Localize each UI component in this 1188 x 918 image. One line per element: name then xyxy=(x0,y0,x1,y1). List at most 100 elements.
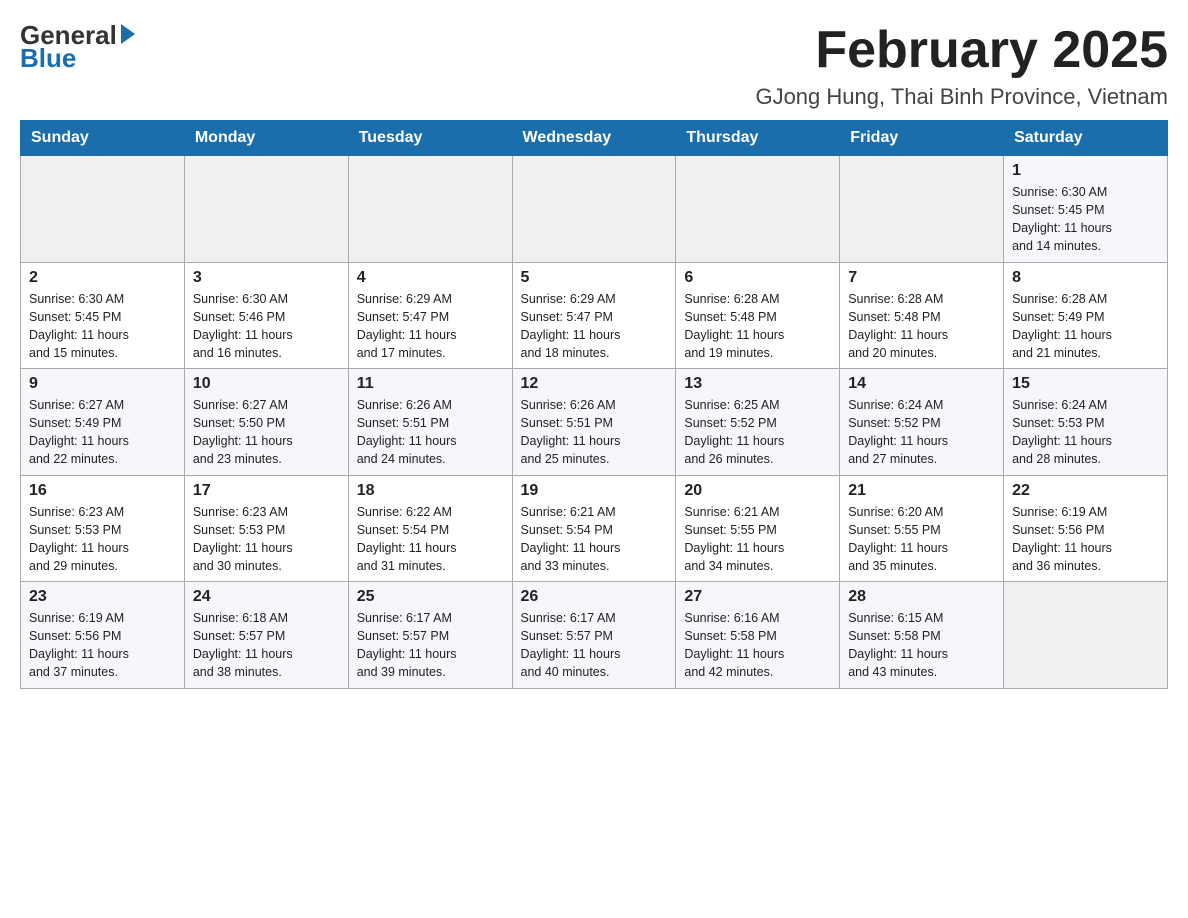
calendar-header-monday: Monday xyxy=(184,121,348,156)
day-number: 6 xyxy=(684,269,831,287)
calendar-cell: 20 Sunrise: 6:21 AM Sunset: 5:55 PM Dayli… xyxy=(676,475,840,582)
day-number: 4 xyxy=(357,269,504,287)
calendar-cell: 5 Sunrise: 6:29 AM Sunset: 5:47 PM Daylig… xyxy=(512,262,676,369)
calendar-cell: 25 Sunrise: 6:17 AM Sunset: 5:57 PM Dayli… xyxy=(348,582,512,689)
day-number: 26 xyxy=(521,588,668,606)
calendar-cell: 12Sunrise: 6:26 AM Sunset: 5:51 PM Dayli… xyxy=(512,369,676,476)
location-title: GJong Hung, Thai Binh Province, Vietnam xyxy=(755,84,1168,110)
day-number: 19 xyxy=(521,482,668,500)
calendar-cell: 11 Sunrise: 6:26 AM Sunset: 5:51 PM Dayli… xyxy=(348,369,512,476)
day-number: 24 xyxy=(193,588,340,606)
calendar-cell: 1 Sunrise: 6:30 AM Sunset: 5:45 PM Daylig… xyxy=(1004,156,1168,263)
calendar-week-row: 16 Sunrise: 6:23 AM Sunset: 5:53 PM Dayli… xyxy=(21,475,1168,582)
day-info: Sunrise: 6:24 AM Sunset: 5:52 PM Dayligh… xyxy=(848,396,995,469)
calendar-table: SundayMondayTuesdayWednesdayThursdayFrid… xyxy=(20,120,1168,689)
day-info: Sunrise: 6:18 AM Sunset: 5:57 PM Dayligh… xyxy=(193,609,340,682)
calendar-cell: 7 Sunrise: 6:28 AM Sunset: 5:48 PM Daylig… xyxy=(840,262,1004,369)
day-info: Sunrise: 6:15 AM Sunset: 5:58 PM Dayligh… xyxy=(848,609,995,682)
day-number: 20 xyxy=(684,482,831,500)
logo: General Blue xyxy=(20,20,135,74)
day-info: Sunrise: 6:21 AM Sunset: 5:54 PM Dayligh… xyxy=(521,503,668,576)
day-info: Sunrise: 6:19 AM Sunset: 5:56 PM Dayligh… xyxy=(29,609,176,682)
calendar-cell: 14 Sunrise: 6:24 AM Sunset: 5:52 PM Dayli… xyxy=(840,369,1004,476)
day-number: 16 xyxy=(29,482,176,500)
day-number: 18 xyxy=(357,482,504,500)
calendar-header-saturday: Saturday xyxy=(1004,121,1168,156)
calendar-cell: 28 Sunrise: 6:15 AM Sunset: 5:58 PM Dayli… xyxy=(840,582,1004,689)
day-info: Sunrise: 6:30 AM Sunset: 5:46 PM Dayligh… xyxy=(193,290,340,363)
calendar-cell: 17 Sunrise: 6:23 AM Sunset: 5:53 PM Dayli… xyxy=(184,475,348,582)
calendar-cell: 4 Sunrise: 6:29 AM Sunset: 5:47 PM Daylig… xyxy=(348,262,512,369)
day-number: 8 xyxy=(1012,269,1159,287)
calendar-cell: 2 Sunrise: 6:30 AM Sunset: 5:45 PM Daylig… xyxy=(21,262,185,369)
calendar-header-friday: Friday xyxy=(840,121,1004,156)
day-info: Sunrise: 6:25 AM Sunset: 5:52 PM Dayligh… xyxy=(684,396,831,469)
calendar-cell xyxy=(676,156,840,263)
day-info: Sunrise: 6:17 AM Sunset: 5:57 PM Dayligh… xyxy=(521,609,668,682)
day-info: Sunrise: 6:16 AM Sunset: 5:58 PM Dayligh… xyxy=(684,609,831,682)
day-info: Sunrise: 6:21 AM Sunset: 5:55 PM Dayligh… xyxy=(684,503,831,576)
day-number: 15 xyxy=(1012,375,1159,393)
day-info: Sunrise: 6:26 AM Sunset: 5:51 PM Dayligh… xyxy=(521,396,668,469)
calendar-header-tuesday: Tuesday xyxy=(348,121,512,156)
calendar-cell: 3 Sunrise: 6:30 AM Sunset: 5:46 PM Daylig… xyxy=(184,262,348,369)
day-info: Sunrise: 6:24 AM Sunset: 5:53 PM Dayligh… xyxy=(1012,396,1159,469)
day-number: 1 xyxy=(1012,162,1159,180)
calendar-week-row: 1 Sunrise: 6:30 AM Sunset: 5:45 PM Daylig… xyxy=(21,156,1168,263)
day-info: Sunrise: 6:30 AM Sunset: 5:45 PM Dayligh… xyxy=(1012,183,1159,256)
header: General Blue February 2025 GJong Hung, T… xyxy=(20,20,1168,110)
calendar-cell: 8 Sunrise: 6:28 AM Sunset: 5:49 PM Daylig… xyxy=(1004,262,1168,369)
day-info: Sunrise: 6:17 AM Sunset: 5:57 PM Dayligh… xyxy=(357,609,504,682)
calendar-cell xyxy=(184,156,348,263)
calendar-week-row: 9 Sunrise: 6:27 AM Sunset: 5:49 PM Daylig… xyxy=(21,369,1168,476)
calendar-cell: 10 Sunrise: 6:27 AM Sunset: 5:50 PM Dayli… xyxy=(184,369,348,476)
calendar-week-row: 2 Sunrise: 6:30 AM Sunset: 5:45 PM Daylig… xyxy=(21,262,1168,369)
day-info: Sunrise: 6:29 AM Sunset: 5:47 PM Dayligh… xyxy=(521,290,668,363)
day-info: Sunrise: 6:23 AM Sunset: 5:53 PM Dayligh… xyxy=(193,503,340,576)
day-info: Sunrise: 6:29 AM Sunset: 5:47 PM Dayligh… xyxy=(357,290,504,363)
day-number: 10 xyxy=(193,375,340,393)
calendar-cell: 6 Sunrise: 6:28 AM Sunset: 5:48 PM Daylig… xyxy=(676,262,840,369)
calendar-header-wednesday: Wednesday xyxy=(512,121,676,156)
calendar-header-sunday: Sunday xyxy=(21,121,185,156)
day-info: Sunrise: 6:23 AM Sunset: 5:53 PM Dayligh… xyxy=(29,503,176,576)
day-number: 28 xyxy=(848,588,995,606)
day-number: 7 xyxy=(848,269,995,287)
logo-triangle-icon xyxy=(121,24,135,44)
calendar-cell: 13 Sunrise: 6:25 AM Sunset: 5:52 PM Dayli… xyxy=(676,369,840,476)
day-number: 23 xyxy=(29,588,176,606)
calendar-cell xyxy=(512,156,676,263)
calendar-cell xyxy=(21,156,185,263)
calendar-header-row: SundayMondayTuesdayWednesdayThursdayFrid… xyxy=(21,121,1168,156)
day-info: Sunrise: 6:22 AM Sunset: 5:54 PM Dayligh… xyxy=(357,503,504,576)
day-number: 17 xyxy=(193,482,340,500)
day-info: Sunrise: 6:27 AM Sunset: 5:50 PM Dayligh… xyxy=(193,396,340,469)
day-info: Sunrise: 6:19 AM Sunset: 5:56 PM Dayligh… xyxy=(1012,503,1159,576)
day-number: 5 xyxy=(521,269,668,287)
day-number: 11 xyxy=(357,375,504,393)
day-number: 3 xyxy=(193,269,340,287)
day-info: Sunrise: 6:28 AM Sunset: 5:49 PM Dayligh… xyxy=(1012,290,1159,363)
day-number: 9 xyxy=(29,375,176,393)
day-info: Sunrise: 6:26 AM Sunset: 5:51 PM Dayligh… xyxy=(357,396,504,469)
day-number: 22 xyxy=(1012,482,1159,500)
calendar-cell: 19 Sunrise: 6:21 AM Sunset: 5:54 PM Dayli… xyxy=(512,475,676,582)
day-number: 2 xyxy=(29,269,176,287)
day-number: 13 xyxy=(684,375,831,393)
calendar-cell: 24 Sunrise: 6:18 AM Sunset: 5:57 PM Dayli… xyxy=(184,582,348,689)
day-info: Sunrise: 6:27 AM Sunset: 5:49 PM Dayligh… xyxy=(29,396,176,469)
month-title: February 2025 xyxy=(755,20,1168,80)
calendar-cell: 9 Sunrise: 6:27 AM Sunset: 5:49 PM Daylig… xyxy=(21,369,185,476)
day-info: Sunrise: 6:28 AM Sunset: 5:48 PM Dayligh… xyxy=(684,290,831,363)
day-info: Sunrise: 6:20 AM Sunset: 5:55 PM Dayligh… xyxy=(848,503,995,576)
calendar-cell: 22 Sunrise: 6:19 AM Sunset: 5:56 PM Dayli… xyxy=(1004,475,1168,582)
day-info: Sunrise: 6:28 AM Sunset: 5:48 PM Dayligh… xyxy=(848,290,995,363)
calendar-cell: 21Sunrise: 6:20 AM Sunset: 5:55 PM Dayli… xyxy=(840,475,1004,582)
calendar-cell: 16 Sunrise: 6:23 AM Sunset: 5:53 PM Dayli… xyxy=(21,475,185,582)
day-number: 25 xyxy=(357,588,504,606)
day-number: 14 xyxy=(848,375,995,393)
day-info: Sunrise: 6:30 AM Sunset: 5:45 PM Dayligh… xyxy=(29,290,176,363)
calendar-cell xyxy=(840,156,1004,263)
calendar-header-thursday: Thursday xyxy=(676,121,840,156)
logo-blue-text: Blue xyxy=(20,43,76,74)
